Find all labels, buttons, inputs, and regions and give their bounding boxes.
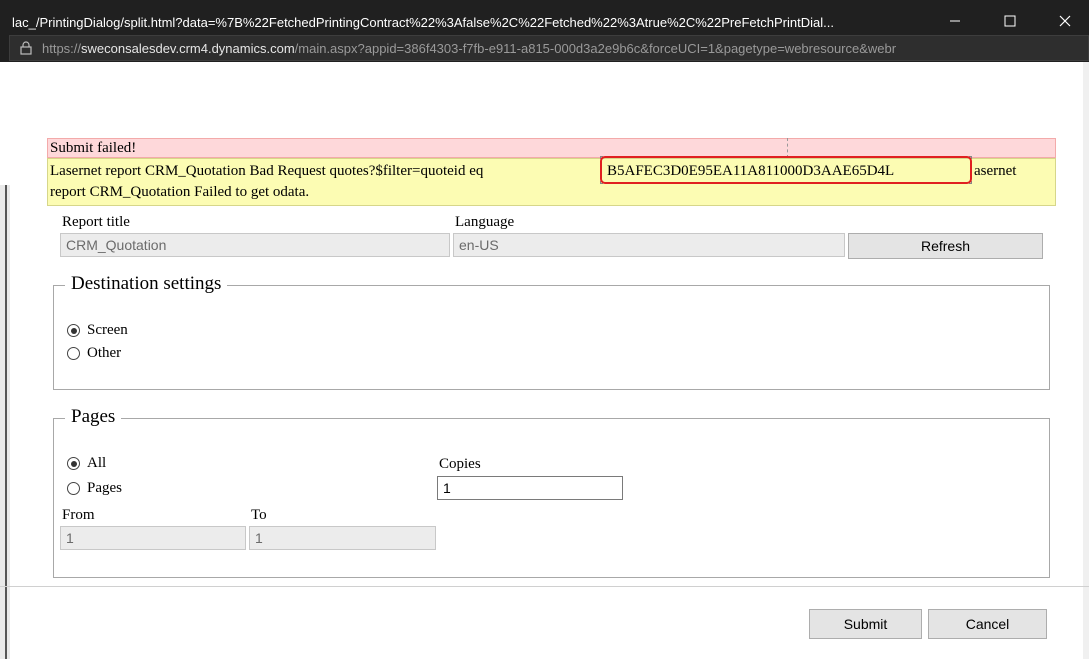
radio-other[interactable]: Other <box>67 345 121 362</box>
radio-screen[interactable]: Screen <box>67 322 128 339</box>
radio-other-input[interactable] <box>67 347 80 360</box>
window-title: lac_/PrintingDialog/split.html?data=%7B%… <box>12 15 834 30</box>
radio-other-label: Other <box>87 345 122 361</box>
destination-settings-group <box>53 285 1050 390</box>
url-domain: sweconsalesdev.crm4.dynamics.com <box>81 41 295 56</box>
copies-label: Copies <box>439 456 481 472</box>
banner-divider <box>787 138 788 158</box>
to-input: 1 <box>249 526 436 550</box>
language-label: Language <box>455 214 515 230</box>
url-path: /main.aspx?appid=386f4303-f7fb-e911-a815… <box>294 41 897 56</box>
radio-all-input[interactable] <box>67 457 80 470</box>
url-text: https://sweconsalesdev.crm4.dynamics.com… <box>42 41 896 56</box>
destination-settings-legend: Destination settings <box>65 273 228 295</box>
error-line1-suffix: asernet <box>974 163 1017 179</box>
background-window-edge <box>0 185 10 659</box>
close-icon <box>1059 15 1071 27</box>
maximize-icon <box>1004 15 1016 27</box>
submit-failed-banner: Submit failed! <box>47 138 1056 158</box>
to-label: To <box>251 507 267 523</box>
language-field: en-US <box>453 233 845 257</box>
radio-screen-label: Screen <box>87 322 128 338</box>
radio-pages-input[interactable] <box>67 482 80 495</box>
scrollbar-track[interactable] <box>1083 62 1089 659</box>
from-input: 1 <box>60 526 246 550</box>
url-scheme: https:// <box>42 41 82 56</box>
submit-button[interactable]: Submit <box>809 609 922 639</box>
footer-divider <box>0 586 1089 587</box>
radio-all[interactable]: All <box>67 455 106 472</box>
radio-pages-label: Pages <box>87 480 122 496</box>
submit-failed-text: Submit failed! <box>50 140 137 156</box>
refresh-button[interactable]: Refresh <box>848 233 1043 259</box>
copies-input[interactable]: 1 <box>437 476 623 500</box>
lock-icon <box>20 41 32 55</box>
from-label: From <box>62 507 95 523</box>
minimize-icon <box>950 20 960 22</box>
title-bar: lac_/PrintingDialog/split.html?data=%7B%… <box>0 0 1089 62</box>
report-title-label: Report title <box>62 214 130 230</box>
radio-pages[interactable]: Pages <box>67 480 122 497</box>
error-line1-prefix: Lasernet report CRM_Quotation Bad Reques… <box>50 163 484 179</box>
browser-popup-window: lac_/PrintingDialog/split.html?data=%7B%… <box>0 0 1089 659</box>
error-line2: report CRM_Quotation Failed to get odata… <box>50 184 310 200</box>
minimize-button[interactable] <box>935 6 975 36</box>
maximize-button[interactable] <box>990 6 1030 36</box>
radio-screen-input[interactable] <box>67 324 80 337</box>
report-title-field: CRM_Quotation <box>60 233 450 257</box>
pages-legend: Pages <box>65 406 122 428</box>
cancel-button[interactable]: Cancel <box>928 609 1047 639</box>
quote-id-highlight <box>600 156 972 184</box>
radio-all-label: All <box>87 455 107 471</box>
close-window-button[interactable] <box>1045 6 1085 36</box>
address-bar[interactable]: https://sweconsalesdev.crm4.dynamics.com… <box>9 35 1089 61</box>
